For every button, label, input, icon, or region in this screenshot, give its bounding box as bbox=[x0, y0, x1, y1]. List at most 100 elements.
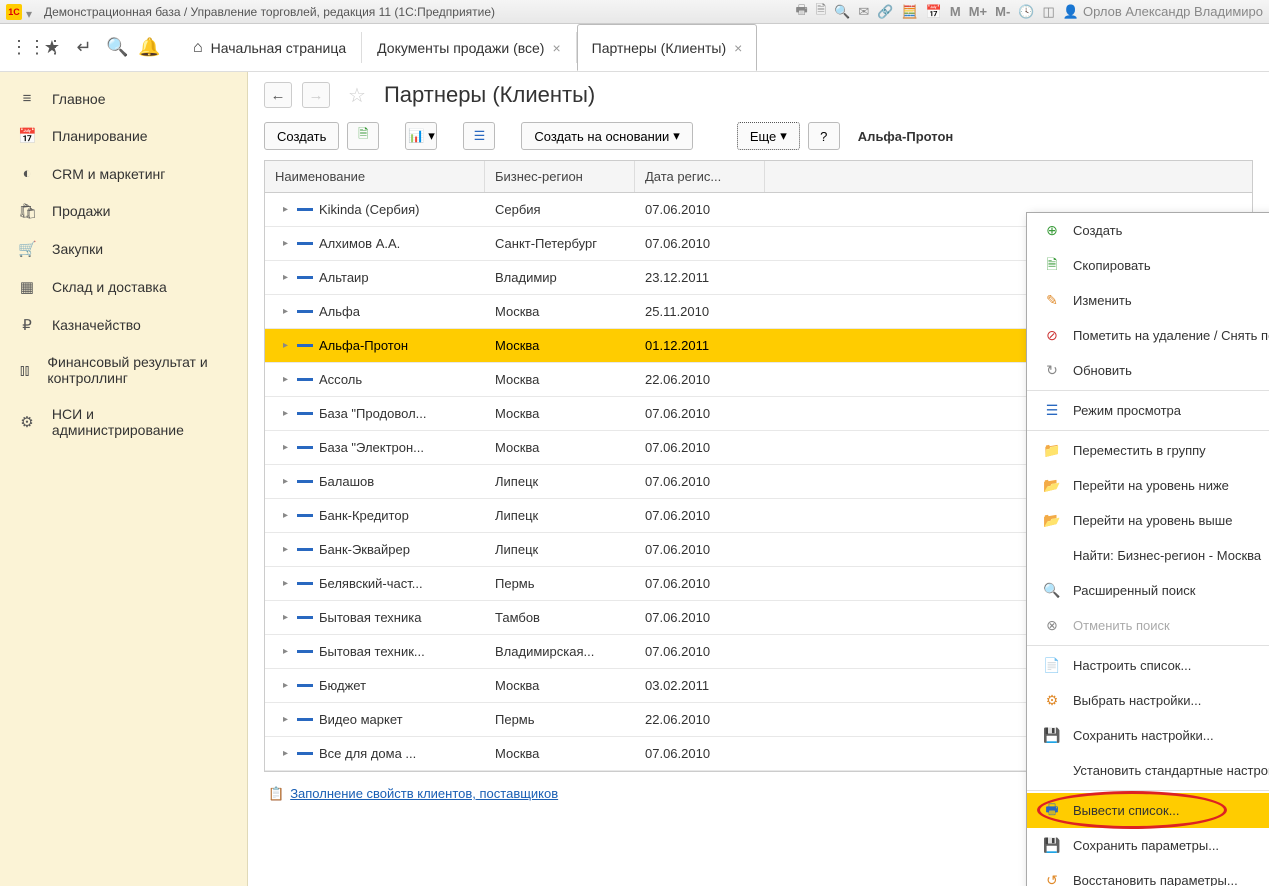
menu-item-3[interactable]: ⊘Пометить на удаление / Снять пометкуDel bbox=[1027, 318, 1269, 353]
expand-icon[interactable]: ▸ bbox=[283, 340, 291, 351]
create-based-button[interactable]: Создать на основании ▾ bbox=[521, 122, 692, 150]
expand-icon[interactable]: ▸ bbox=[283, 204, 291, 215]
menu-item-18[interactable]: ↺Восстановить параметры... bbox=[1027, 863, 1269, 886]
menu-item-2[interactable]: ✎ИзменитьF2 bbox=[1027, 283, 1269, 318]
sidebar-item-7[interactable]: ⫾⫾Финансовый результат и контроллинг bbox=[0, 344, 247, 396]
menu-separator bbox=[1027, 790, 1269, 791]
expand-icon[interactable]: ▸ bbox=[283, 680, 291, 691]
menu-item-0[interactable]: ⊕СоздатьIns bbox=[1027, 213, 1269, 248]
titlebar-tools: 🖶 🗎 🔍 ✉ 🔗 🧮 📅 M M+ M- 🕓 ◫ 👤 Орлов Алекса… bbox=[795, 1, 1263, 23]
tab-partners[interactable]: Партнеры (Клиенты)× bbox=[577, 24, 758, 71]
help-button[interactable]: ? bbox=[808, 122, 840, 150]
expand-icon[interactable]: ▸ bbox=[283, 544, 291, 555]
expand-icon[interactable]: ▸ bbox=[283, 408, 291, 419]
sidebar: ≡Главное📅Планирование◐CRM и маркетинг🛍Пр… bbox=[0, 72, 248, 886]
menu-item-16[interactable]: 🖶Вывести список... bbox=[1027, 793, 1269, 828]
favorite-star-icon[interactable]: ☆ bbox=[348, 83, 366, 108]
menu-item-8[interactable]: 📂Перейти на уровень вышеCtrl+Up bbox=[1027, 503, 1269, 538]
search-tool-icon[interactable]: 🔍 bbox=[106, 37, 126, 58]
expand-icon[interactable]: ▸ bbox=[283, 714, 291, 725]
cell-date: 03.02.2011 bbox=[635, 678, 765, 693]
menu-item-9[interactable]: Найти: Бизнес-регион - МоскваCtrl+Alt+F bbox=[1027, 538, 1269, 573]
tab-home[interactable]: ⌂Начальная страница bbox=[178, 24, 361, 71]
sidebar-item-6[interactable]: ₽Казначейство bbox=[0, 306, 247, 344]
menu-item-label: Вывести список... bbox=[1073, 803, 1269, 818]
close-icon[interactable]: × bbox=[552, 40, 560, 56]
expand-icon[interactable]: ▸ bbox=[283, 238, 291, 249]
col-name[interactable]: Наименование bbox=[265, 161, 485, 192]
menu-item-1[interactable]: 🗎СкопироватьF9 bbox=[1027, 248, 1269, 283]
expand-icon[interactable]: ▸ bbox=[283, 476, 291, 487]
menu-item-icon: 🗎 bbox=[1041, 254, 1063, 278]
sidebar-item-8[interactable]: ⚙НСИ и администрирование bbox=[0, 396, 247, 448]
menu-item-icon: ⚙ bbox=[1041, 692, 1063, 709]
menu-item-10[interactable]: 🔍Расширенный поискAlt+F bbox=[1027, 573, 1269, 608]
window-icon[interactable]: ◫ bbox=[1042, 4, 1054, 20]
menu-item-12[interactable]: 📄Настроить список... bbox=[1027, 648, 1269, 683]
create-button[interactable]: Создать bbox=[264, 122, 339, 150]
bell-icon[interactable]: 🔔 bbox=[138, 37, 158, 58]
expand-icon[interactable]: ▸ bbox=[283, 306, 291, 317]
fill-properties-link[interactable]: Заполнение свойств клиентов, поставщиков bbox=[290, 786, 558, 801]
print-icon[interactable]: 🖶 bbox=[795, 1, 807, 23]
star-icon[interactable]: ★ bbox=[42, 37, 62, 58]
tab-sales-docs[interactable]: Документы продажи (все)× bbox=[362, 24, 576, 71]
chart-icon: 📊 bbox=[408, 128, 424, 144]
cell-name: Бытовая техник... bbox=[319, 644, 425, 659]
calc-icon[interactable]: 🧮 bbox=[901, 4, 917, 20]
m-minus-icon[interactable]: M- bbox=[995, 4, 1010, 19]
sidebar-item-label: Продажи bbox=[52, 203, 110, 219]
history-icon[interactable]: ↵ bbox=[74, 37, 94, 58]
expand-icon[interactable]: ▸ bbox=[283, 510, 291, 521]
link-icon[interactable]: 🔗 bbox=[877, 4, 893, 20]
item-icon bbox=[297, 378, 313, 381]
menu-item-label: Найти: Бизнес-регион - Москва bbox=[1073, 548, 1269, 563]
close-icon[interactable]: × bbox=[734, 40, 742, 56]
calendar-icon[interactable]: 📅 bbox=[926, 4, 942, 20]
app-menu-dropdown-icon[interactable]: ▾ bbox=[26, 7, 36, 17]
menu-item-7[interactable]: 📂Перейти на уровень нижеCtrl+Down bbox=[1027, 468, 1269, 503]
item-icon bbox=[297, 752, 313, 755]
item-icon bbox=[297, 548, 313, 551]
sidebar-item-1[interactable]: 📅Планирование bbox=[0, 117, 247, 155]
sidebar-item-2[interactable]: ◐CRM и маркетинг bbox=[0, 155, 247, 192]
expand-icon[interactable]: ▸ bbox=[283, 612, 291, 623]
send-icon[interactable]: ✉ bbox=[858, 4, 869, 20]
expand-icon[interactable]: ▸ bbox=[283, 748, 291, 759]
menu-item-15[interactable]: Установить стандартные настройки bbox=[1027, 753, 1269, 788]
search-icon[interactable]: 🔍 bbox=[834, 4, 850, 20]
col-region[interactable]: Бизнес-регион bbox=[485, 161, 635, 192]
apps-icon[interactable]: ⋮⋮⋮ bbox=[10, 37, 30, 58]
expand-icon[interactable]: ▸ bbox=[283, 646, 291, 657]
menu-item-17[interactable]: 💾Сохранить параметры... bbox=[1027, 828, 1269, 863]
sidebar-item-3[interactable]: 🛍Продажи bbox=[0, 192, 247, 230]
sidebar-item-4[interactable]: 🛒Закупки bbox=[0, 230, 247, 268]
m-icon[interactable]: M bbox=[950, 4, 961, 19]
expand-icon[interactable]: ▸ bbox=[283, 272, 291, 283]
menu-item-13[interactable]: ⚙Выбрать настройки... bbox=[1027, 683, 1269, 718]
menu-item-5[interactable]: ☰Режим просмотра▶ bbox=[1027, 393, 1269, 428]
chart-button[interactable]: 📊 ▾ bbox=[405, 122, 437, 150]
user-label[interactable]: 👤 Орлов Александр Владимиро bbox=[1063, 4, 1263, 20]
clock-icon[interactable]: 🕓 bbox=[1018, 4, 1034, 20]
expand-icon[interactable]: ▸ bbox=[283, 442, 291, 453]
expand-icon[interactable]: ▸ bbox=[283, 578, 291, 589]
nav-back-button[interactable]: ← bbox=[264, 82, 292, 108]
col-date[interactable]: Дата регис... bbox=[635, 161, 765, 192]
cell-date: 07.06.2010 bbox=[635, 236, 765, 251]
cell-region: Липецк bbox=[485, 542, 635, 557]
more-button[interactable]: Еще ▾ bbox=[737, 122, 800, 150]
menu-item-14[interactable]: 💾Сохранить настройки... bbox=[1027, 718, 1269, 753]
doc-icon[interactable]: 🗎 bbox=[816, 1, 826, 23]
sidebar-icon: ≡ bbox=[18, 90, 36, 107]
m-plus-icon[interactable]: M+ bbox=[969, 4, 987, 19]
copy-button[interactable]: 🗎 bbox=[347, 122, 379, 150]
sidebar-item-5[interactable]: ▦Склад и доставка bbox=[0, 268, 247, 306]
list-button[interactable]: ☰ bbox=[463, 122, 495, 150]
sidebar-item-0[interactable]: ≡Главное bbox=[0, 80, 247, 117]
menu-item-6[interactable]: 📁Переместить в группуCtrl+Shift+M bbox=[1027, 433, 1269, 468]
nav-forward-button[interactable]: → bbox=[302, 82, 330, 108]
menu-item-label: Переместить в группу bbox=[1073, 443, 1269, 458]
expand-icon[interactable]: ▸ bbox=[283, 374, 291, 385]
menu-item-4[interactable]: ↻ОбновитьF5 bbox=[1027, 353, 1269, 388]
